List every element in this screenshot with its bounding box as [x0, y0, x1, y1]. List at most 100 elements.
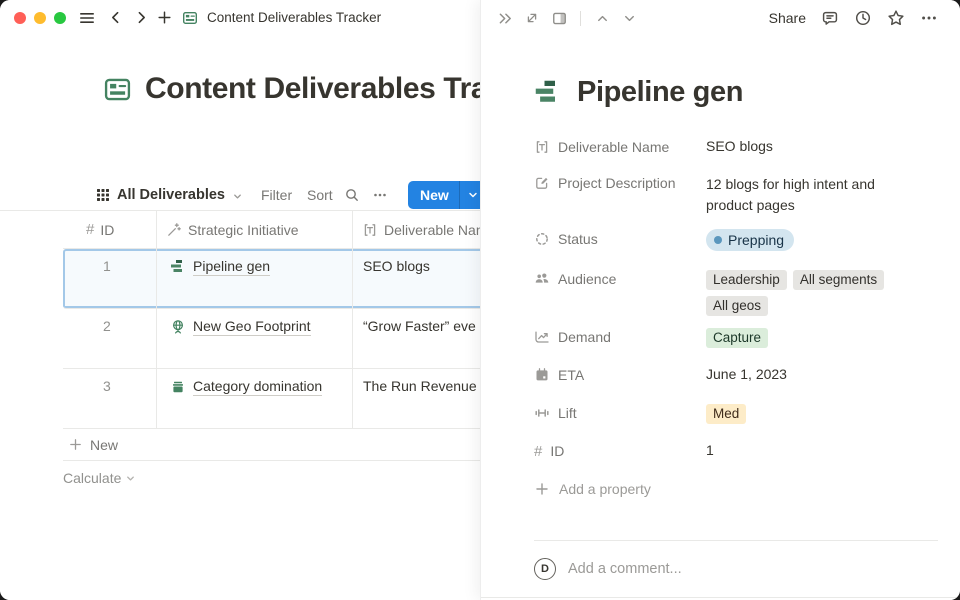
- property-row-demand: Demand Capture: [534, 322, 934, 352]
- page-link[interactable]: Pipeline gen: [193, 258, 270, 276]
- previous-record-icon[interactable]: [590, 6, 614, 30]
- column-header-id[interactable]: # ID: [63, 211, 157, 248]
- view-switcher[interactable]: All Deliverables: [96, 180, 243, 210]
- property-value[interactable]: Prepping: [706, 224, 906, 251]
- new-button-caret-icon[interactable]: [460, 189, 480, 201]
- property-label[interactable]: Lift: [534, 398, 706, 428]
- property-label-text: Lift: [558, 405, 577, 421]
- comment-placeholder[interactable]: Add a comment...: [568, 561, 682, 577]
- property-label[interactable]: # ID: [534, 436, 706, 466]
- new-button-label: New: [408, 187, 459, 203]
- number-property-icon: #: [534, 443, 542, 460]
- sidebar-toggle-icon[interactable]: [78, 9, 96, 27]
- status-pill[interactable]: Prepping: [706, 229, 794, 251]
- calculate-button[interactable]: Calculate: [63, 461, 480, 495]
- property-label-text: Demand: [558, 329, 611, 345]
- table-row[interactable]: 1 Pipeline gen SEO blogs: [63, 249, 480, 309]
- forward-icon[interactable]: [133, 9, 150, 26]
- comment-section-divider: [534, 540, 938, 541]
- property-label[interactable]: ETA: [534, 360, 706, 390]
- property-row-audience: Audience Leadership All segments All geo…: [534, 264, 934, 316]
- property-label[interactable]: Deliverable Name: [534, 132, 706, 162]
- cell-deliverable[interactable]: SEO blogs: [353, 249, 480, 308]
- cell-initiative[interactable]: New Geo Footprint: [157, 309, 353, 368]
- notion-window: Content Deliverables Tracker Content Del…: [0, 0, 960, 600]
- side-peek-mode-icon[interactable]: [547, 6, 571, 30]
- window-minimize-button[interactable]: [34, 12, 46, 24]
- title-property-icon: [534, 139, 550, 155]
- property-label[interactable]: Status: [534, 224, 706, 254]
- globe-icon: [170, 319, 186, 335]
- titlebar: Content Deliverables Tracker: [0, 0, 480, 36]
- window-close-button[interactable]: [14, 12, 26, 24]
- page-link[interactable]: New Geo Footprint: [193, 318, 311, 336]
- more-options-icon[interactable]: [917, 6, 941, 30]
- column-header-initiative[interactable]: Strategic Initiative: [157, 211, 353, 248]
- next-record-icon[interactable]: [617, 6, 641, 30]
- tag[interactable]: All segments: [793, 270, 884, 290]
- property-row-id: # ID 1: [534, 436, 934, 466]
- new-button[interactable]: New: [408, 181, 480, 209]
- cell-id[interactable]: 2: [63, 309, 157, 368]
- property-value[interactable]: Med: [706, 398, 906, 424]
- side-peek-panel: Share Pipeline gen: [480, 0, 960, 600]
- properties-list: Deliverable Name SEO blogs Project Descr…: [534, 132, 934, 504]
- tag[interactable]: Leadership: [706, 270, 787, 290]
- close-peek-icon[interactable]: [493, 6, 517, 30]
- wand-icon: [166, 222, 182, 238]
- title-property-icon: [362, 222, 378, 238]
- cell-id[interactable]: 3: [63, 369, 157, 428]
- record-title[interactable]: Pipeline gen: [577, 76, 743, 109]
- property-label-text: Deliverable Name: [558, 139, 669, 155]
- status-text: Prepping: [728, 230, 784, 250]
- view-options-icon[interactable]: [372, 180, 388, 210]
- new-row-button[interactable]: New: [63, 429, 480, 461]
- tag[interactable]: All geos: [706, 296, 768, 316]
- window-zoom-button[interactable]: [54, 12, 66, 24]
- bar-chart-icon[interactable]: [534, 79, 562, 107]
- property-label[interactable]: Audience: [534, 264, 706, 294]
- property-label-text: Audience: [558, 271, 616, 287]
- user-avatar: D: [534, 558, 556, 580]
- chevron-down-icon: [232, 191, 243, 202]
- table-row[interactable]: 2 New Geo Footprint “Grow Faster” eve: [63, 309, 480, 369]
- cell-deliverable[interactable]: The Run Revenue S: [353, 369, 480, 428]
- property-value[interactable]: 1: [706, 436, 906, 458]
- property-value[interactable]: 12 blogs for high intent and product pag…: [706, 168, 906, 216]
- page-link[interactable]: Category domination: [193, 378, 322, 396]
- column-header-deliverable[interactable]: Deliverable Name: [353, 211, 480, 248]
- share-button[interactable]: Share: [769, 10, 806, 26]
- property-label[interactable]: Demand: [534, 322, 706, 352]
- property-value[interactable]: SEO blogs: [706, 132, 906, 154]
- back-icon[interactable]: [107, 9, 124, 26]
- tag[interactable]: Capture: [706, 328, 768, 348]
- property-value[interactable]: Leadership All segments All geos: [706, 264, 906, 316]
- updates-clock-icon[interactable]: [851, 6, 875, 30]
- add-property-button[interactable]: Add a property: [534, 474, 934, 504]
- cell-initiative[interactable]: Pipeline gen: [157, 249, 353, 308]
- panel-bottom-divider: [481, 597, 960, 598]
- status-dot: [714, 236, 722, 244]
- filter-button[interactable]: Filter: [261, 187, 292, 203]
- sort-button[interactable]: Sort: [307, 187, 333, 203]
- favorite-star-icon[interactable]: [884, 6, 908, 30]
- comment-input-row[interactable]: D Add a comment...: [534, 558, 682, 580]
- comments-icon[interactable]: [818, 6, 842, 30]
- property-label-text: Status: [558, 231, 598, 247]
- database-page-icon[interactable]: [103, 75, 132, 104]
- property-row-status: Status Prepping: [534, 224, 934, 254]
- property-value[interactable]: Capture: [706, 322, 906, 348]
- new-tab-icon[interactable]: [156, 9, 173, 26]
- cell-deliverable[interactable]: “Grow Faster” eve: [353, 309, 480, 368]
- cell-initiative[interactable]: Category domination: [157, 369, 353, 428]
- tag[interactable]: Med: [706, 404, 746, 424]
- calculate-label: Calculate: [63, 470, 121, 486]
- table-row[interactable]: 3 Category domination The Run Revenue S: [63, 369, 480, 429]
- property-value[interactable]: June 1, 2023: [706, 360, 906, 382]
- expand-page-icon[interactable]: [520, 6, 544, 30]
- view-name: All Deliverables: [117, 187, 225, 203]
- property-label[interactable]: Project Description: [534, 168, 706, 198]
- cell-id[interactable]: 1: [63, 249, 157, 308]
- search-icon[interactable]: [344, 180, 360, 210]
- chevron-down-icon: [125, 473, 136, 484]
